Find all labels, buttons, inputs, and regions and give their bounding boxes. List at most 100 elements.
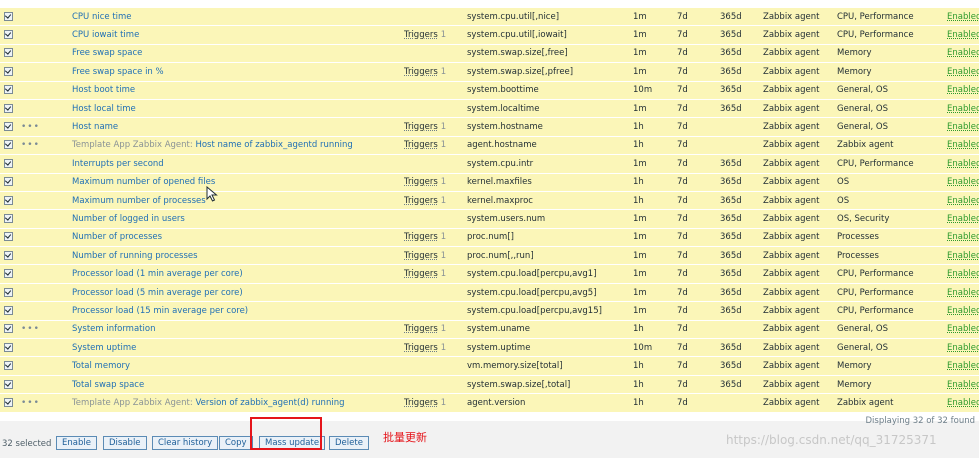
row-select-checkbox[interactable] bbox=[4, 11, 13, 21]
triggers-count: 1 bbox=[440, 397, 447, 408]
delete-button[interactable]: Delete bbox=[329, 436, 369, 450]
item-name-link[interactable]: Maximum number of processes bbox=[72, 196, 206, 206]
item-name-link[interactable]: Total swap space bbox=[72, 380, 144, 390]
disable-button[interactable]: Disable bbox=[103, 436, 147, 450]
item-name-link[interactable]: Total memory bbox=[72, 361, 130, 371]
enable-button[interactable]: Enable bbox=[56, 436, 97, 450]
row-select-checkbox[interactable] bbox=[4, 66, 13, 76]
triggers-link[interactable]: Triggers bbox=[404, 324, 438, 334]
row-select-checkbox[interactable] bbox=[4, 324, 13, 334]
item-status-link[interactable]: Enabled bbox=[947, 324, 979, 334]
item-wizard-menu-icon[interactable]: ••• bbox=[13, 398, 40, 408]
row-select-checkbox[interactable] bbox=[4, 213, 13, 223]
row-select-checkbox[interactable] bbox=[4, 397, 13, 407]
item-status-link[interactable]: Enabled bbox=[947, 232, 979, 242]
row-select-checkbox[interactable] bbox=[4, 250, 13, 260]
triggers-link[interactable]: Triggers bbox=[404, 398, 438, 408]
item-name-link[interactable]: Number of running processes bbox=[72, 251, 198, 261]
row-select-checkbox[interactable] bbox=[4, 269, 13, 279]
item-status-link[interactable]: Enabled bbox=[947, 251, 979, 261]
item-status-link[interactable]: Enabled bbox=[947, 104, 979, 114]
item-name-link[interactable]: CPU nice time bbox=[72, 12, 132, 22]
triggers-link[interactable]: Triggers bbox=[404, 269, 438, 279]
item-name-link[interactable]: Host boot time bbox=[72, 85, 135, 95]
item-name-link[interactable]: Interrupts per second bbox=[72, 159, 164, 169]
item-name-link[interactable]: Free swap space in % bbox=[72, 67, 164, 77]
item-status-link[interactable]: Enabled bbox=[947, 343, 979, 353]
item-trends: 365d bbox=[720, 8, 763, 27]
item-status-link[interactable]: Enabled bbox=[947, 361, 979, 371]
item-name-link[interactable]: Processor load (15 min average per core) bbox=[72, 306, 248, 316]
item-name-link[interactable]: Version of zabbix_agent(d) running bbox=[195, 398, 344, 408]
row-select-checkbox[interactable] bbox=[4, 140, 13, 150]
item-status-link[interactable]: Enabled bbox=[947, 214, 979, 224]
wizard-cell: ••• bbox=[13, 320, 61, 340]
item-status-link[interactable]: Enabled bbox=[947, 380, 979, 390]
item-history: 7d bbox=[677, 99, 720, 119]
item-name-link[interactable]: System information bbox=[72, 324, 155, 334]
item-name-link[interactable]: System uptime bbox=[72, 343, 136, 353]
template-prefix-link[interactable]: Template App Zabbix Agent: bbox=[72, 398, 195, 408]
annotation-highlight-box bbox=[250, 417, 322, 450]
triggers-link[interactable]: Triggers bbox=[404, 343, 438, 353]
item-status-link[interactable]: Enabled bbox=[947, 85, 979, 95]
item-status-link[interactable]: Enabled bbox=[947, 177, 979, 187]
triggers-link[interactable]: Triggers bbox=[404, 140, 438, 150]
item-status-link[interactable]: Enabled bbox=[947, 12, 979, 22]
wizard-cell bbox=[13, 283, 61, 303]
item-status-link[interactable]: Enabled bbox=[947, 196, 979, 206]
wizard-cell: ••• bbox=[13, 136, 61, 156]
item-name-link[interactable]: Host name of zabbix_agentd running bbox=[195, 140, 352, 150]
wizard-cell bbox=[13, 8, 61, 27]
item-status-link[interactable]: Enabled bbox=[947, 288, 979, 298]
row-select-checkbox[interactable] bbox=[4, 103, 13, 113]
triggers-link[interactable]: Triggers bbox=[404, 251, 438, 261]
item-name-link[interactable]: Maximum number of opened files bbox=[72, 177, 215, 187]
item-wizard-menu-icon[interactable]: ••• bbox=[13, 140, 40, 150]
copy-button[interactable]: Copy bbox=[219, 436, 253, 450]
item-name-link[interactable]: Processor load (5 min average per core) bbox=[72, 288, 243, 298]
row-select-checkbox[interactable] bbox=[4, 158, 13, 168]
triggers-link[interactable]: Triggers bbox=[404, 196, 438, 206]
item-wizard-menu-icon[interactable]: ••• bbox=[13, 122, 40, 132]
row-select-checkbox[interactable] bbox=[4, 195, 13, 205]
triggers-link[interactable]: Triggers bbox=[404, 232, 438, 242]
item-name-link[interactable]: Host name bbox=[72, 122, 118, 132]
item-status-link[interactable]: Enabled bbox=[947, 48, 979, 58]
triggers-link[interactable]: Triggers bbox=[404, 177, 438, 187]
item-name-link[interactable]: Processor load (1 min average per core) bbox=[72, 269, 243, 279]
item-status-link[interactable]: Enabled bbox=[947, 30, 979, 40]
item-name-link[interactable]: Host local time bbox=[72, 104, 136, 114]
row-select-checkbox[interactable] bbox=[4, 48, 13, 58]
clear-history-button[interactable]: Clear history bbox=[152, 436, 219, 450]
item-status-link[interactable]: Enabled bbox=[947, 122, 979, 132]
row-select-checkbox[interactable] bbox=[4, 287, 13, 297]
row-select-checkbox[interactable] bbox=[4, 85, 13, 95]
item-name-link[interactable]: CPU iowait time bbox=[72, 30, 139, 40]
item-status-link[interactable]: Enabled bbox=[947, 269, 979, 279]
triggers-cell bbox=[404, 99, 467, 119]
row-select-checkbox[interactable] bbox=[4, 361, 13, 371]
item-status-link[interactable]: Enabled bbox=[947, 67, 979, 77]
item-status-link[interactable]: Enabled bbox=[947, 306, 979, 316]
row-select-checkbox[interactable] bbox=[4, 379, 13, 389]
template-prefix-link[interactable]: Template App Zabbix Agent: bbox=[72, 140, 195, 150]
triggers-link[interactable]: Triggers bbox=[404, 122, 438, 132]
item-status-link[interactable]: Enabled bbox=[947, 140, 979, 150]
table-row: CPU iowait time Triggers 1 system.cpu.util[… bbox=[0, 25, 979, 45]
item-wizard-menu-icon[interactable]: ••• bbox=[13, 324, 40, 334]
table-row: Free swap space in % Triggers 1 system.swap… bbox=[0, 62, 979, 82]
item-name-link[interactable]: Free swap space bbox=[72, 48, 142, 58]
triggers-link[interactable]: Triggers bbox=[404, 67, 438, 77]
row-select-checkbox[interactable] bbox=[4, 305, 13, 315]
triggers-link[interactable]: Triggers bbox=[404, 30, 438, 40]
item-status-link[interactable]: Enabled bbox=[947, 159, 979, 169]
row-select-checkbox[interactable] bbox=[4, 122, 13, 132]
row-select-checkbox[interactable] bbox=[4, 342, 13, 352]
row-select-checkbox[interactable] bbox=[4, 232, 13, 242]
item-name-link[interactable]: Number of logged in users bbox=[72, 214, 185, 224]
row-select-checkbox[interactable] bbox=[4, 177, 13, 187]
item-name-link[interactable]: Number of processes bbox=[72, 232, 162, 242]
item-status-link[interactable]: Enabled bbox=[947, 398, 979, 408]
row-select-checkbox[interactable] bbox=[4, 30, 13, 40]
